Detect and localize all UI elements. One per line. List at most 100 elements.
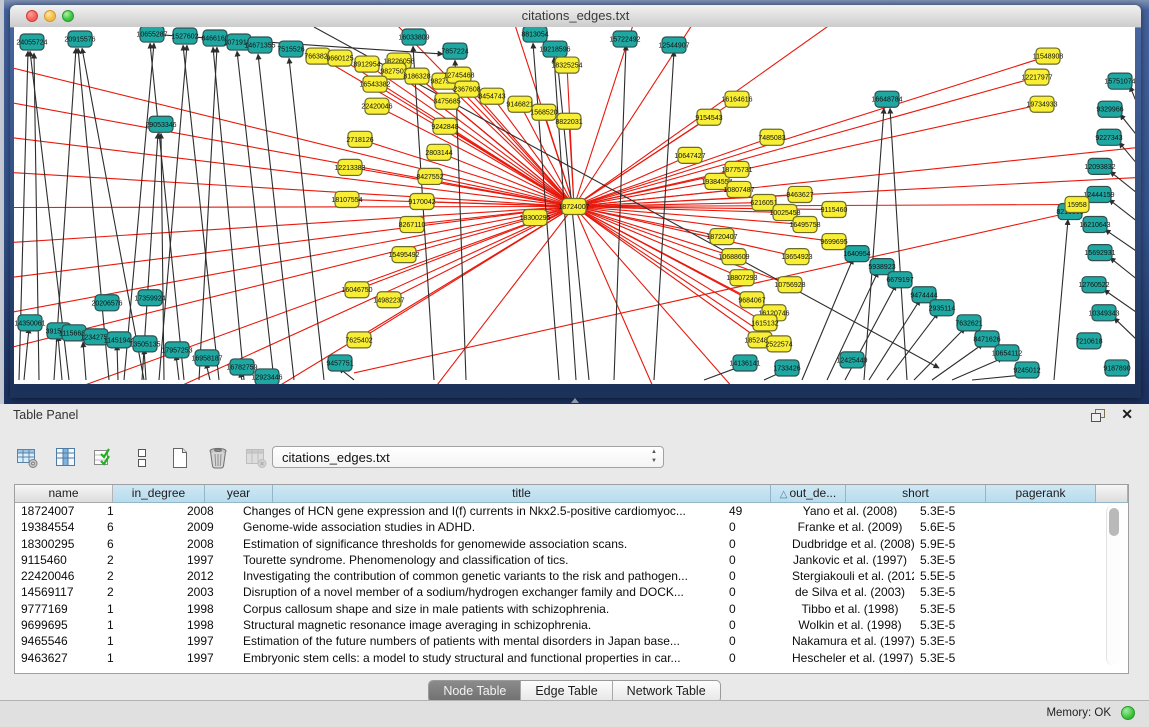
network-node[interactable]: 16164616	[721, 91, 752, 107]
table-cell[interactable]: 9115460	[15, 552, 101, 568]
table-cell[interactable]: 9777169	[15, 601, 101, 617]
table-cell[interactable]: 5.6E-5	[914, 519, 1012, 535]
network-node[interactable]: 8427552	[416, 168, 443, 184]
network-node[interactable]: 10349343	[1088, 305, 1119, 321]
table-cell[interactable]: 2009	[181, 519, 237, 535]
network-node[interactable]: 15495492	[388, 247, 419, 263]
table-cell[interactable]: de Silva et al. (2003)	[786, 584, 914, 600]
delete-rows-icon[interactable]	[204, 444, 232, 472]
table-cell[interactable]: 5.3E-5	[914, 584, 1012, 600]
network-node[interactable]: 18724007	[558, 198, 589, 214]
network-node[interactable]: 8813054	[521, 27, 548, 42]
table-row[interactable]: 1872400712008Changes of HCN gene express…	[15, 503, 1128, 519]
citation-edge-black[interactable]	[890, 108, 907, 380]
table-cell[interactable]: 5.3E-5	[914, 650, 1012, 666]
table-cell[interactable]: 1	[101, 617, 181, 633]
column-edit-icon[interactable]	[52, 444, 80, 472]
table-cell[interactable]: Investigating the contribution of common…	[237, 568, 723, 584]
network-node[interactable]: 10654112	[992, 345, 1023, 361]
column-header-in_degree[interactable]: in_degree	[113, 485, 205, 503]
column-header-title[interactable]: title	[273, 485, 771, 503]
table-cell[interactable]: 18300295	[15, 536, 101, 552]
table-cell[interactable]: Hescheler et al. (1997)	[786, 650, 914, 666]
network-node[interactable]: 9457751	[326, 355, 353, 371]
network-node[interactable]: 24055724	[16, 34, 47, 50]
network-node[interactable]: 22420046	[361, 98, 392, 114]
tab-network-table[interactable]: Network Table	[613, 681, 720, 702]
network-node[interactable]: 18807293	[726, 270, 757, 286]
network-node[interactable]: 13505135	[129, 336, 160, 352]
network-node[interactable]: 8454743	[478, 88, 505, 104]
network-node[interactable]: 8822031	[555, 113, 582, 129]
citation-edge-red[interactable]	[574, 27, 634, 207]
network-node[interactable]: 16648784	[871, 91, 902, 107]
network-node[interactable]: 9660125	[326, 50, 353, 66]
table-row[interactable]: 969969511998Structural magnetic resonanc…	[15, 617, 1128, 633]
column-header-year[interactable]: year	[205, 485, 273, 503]
citation-edge-black[interactable]	[1054, 220, 1068, 380]
table-cell[interactable]: Estimation of significance thresholds fo…	[237, 536, 723, 552]
table-row[interactable]: 2242004622012Investigating the contribut…	[15, 568, 1128, 584]
table-cell[interactable]: 49	[723, 503, 786, 519]
table-cell[interactable]: Franke et al. (2009)	[786, 519, 914, 535]
citation-edge-black[interactable]	[150, 43, 184, 380]
network-node[interactable]: 14136141	[729, 355, 760, 371]
table-selector[interactable]: citations_edges.txt ▲▼	[272, 446, 664, 468]
network-node[interactable]: 17957253	[161, 342, 192, 358]
network-node[interactable]: 11548908	[1033, 48, 1064, 64]
network-node[interactable]: 9463627	[786, 186, 813, 202]
network-node[interactable]: 9154543	[695, 109, 722, 125]
citation-edge-black[interactable]	[914, 328, 965, 380]
network-node[interactable]: 20915576	[64, 31, 95, 47]
network-node[interactable]: 9245012	[1013, 362, 1040, 378]
network-node[interactable]: 18720407	[706, 229, 737, 245]
network-node[interactable]: 15722492	[609, 31, 640, 47]
table-cell[interactable]: 1	[101, 650, 181, 666]
table-cell[interactable]: 2008	[181, 503, 237, 519]
table-cell[interactable]: 0	[723, 536, 786, 552]
network-node[interactable]: 12217977	[1021, 69, 1052, 85]
citation-edge-black[interactable]	[869, 300, 920, 380]
table-cell[interactable]: Nakamura et al. (1997)	[786, 633, 914, 649]
citation-edge-black[interactable]	[1114, 318, 1135, 343]
table-cell[interactable]: 1997	[181, 633, 237, 649]
network-node[interactable]: 16495758	[789, 217, 820, 233]
column-header-pagerank[interactable]: pagerank	[986, 485, 1096, 503]
network-node[interactable]: 12760522	[1078, 277, 1109, 293]
network-node[interactable]: 7485083	[758, 129, 785, 145]
table-cell[interactable]: 2	[101, 584, 181, 600]
network-node[interactable]: 16958187	[191, 350, 222, 366]
citation-edge-black[interactable]	[83, 342, 86, 380]
tab-node-table[interactable]: Node Table	[429, 681, 521, 702]
network-node[interactable]: 8912954	[353, 56, 380, 72]
citation-edge-red[interactable]	[574, 207, 790, 285]
table-cell[interactable]: Disruption of a novel member of a sodium…	[237, 584, 723, 600]
table-cell[interactable]: 5.3E-5	[914, 552, 1012, 568]
network-node[interactable]: 10756928	[774, 277, 805, 293]
table-cell[interactable]: 1	[101, 633, 181, 649]
table-cell[interactable]: 2008	[181, 536, 237, 552]
network-node[interactable]: 16782759	[226, 359, 257, 375]
citation-edge-red[interactable]	[567, 65, 574, 206]
network-node[interactable]: 7625402	[345, 332, 372, 348]
new-table-icon[interactable]	[166, 444, 194, 472]
splitter-grip-icon[interactable]	[571, 398, 579, 403]
network-node[interactable]: 1527602	[171, 28, 198, 44]
network-node[interactable]: 1568520	[530, 104, 557, 120]
network-node[interactable]: 14982237	[373, 292, 404, 308]
table-cell[interactable]: Estimation of the future numbers of pati…	[237, 633, 723, 649]
column-header-out_de[interactable]: △out_de...	[771, 485, 846, 503]
select-rows-icon[interactable]	[90, 444, 118, 472]
network-node[interactable]: 8267110	[399, 217, 426, 233]
citation-edge-red[interactable]	[174, 207, 574, 384]
table-cell[interactable]: 0	[723, 568, 786, 584]
network-node[interactable]: 14671355	[244, 37, 275, 53]
network-node[interactable]: 10688609	[718, 249, 749, 265]
citation-edge-black[interactable]	[117, 345, 118, 380]
citation-edge-black[interactable]	[213, 47, 244, 380]
network-node[interactable]: 9170042	[408, 193, 435, 209]
citation-edge-black[interactable]	[237, 51, 274, 380]
network-node[interactable]: 2522574	[765, 336, 792, 352]
network-graph[interactable]: 1872400724055724209155761065528715276028…	[14, 27, 1135, 384]
table-cell[interactable]: Embryonic stem cells: a model to study s…	[237, 650, 723, 666]
